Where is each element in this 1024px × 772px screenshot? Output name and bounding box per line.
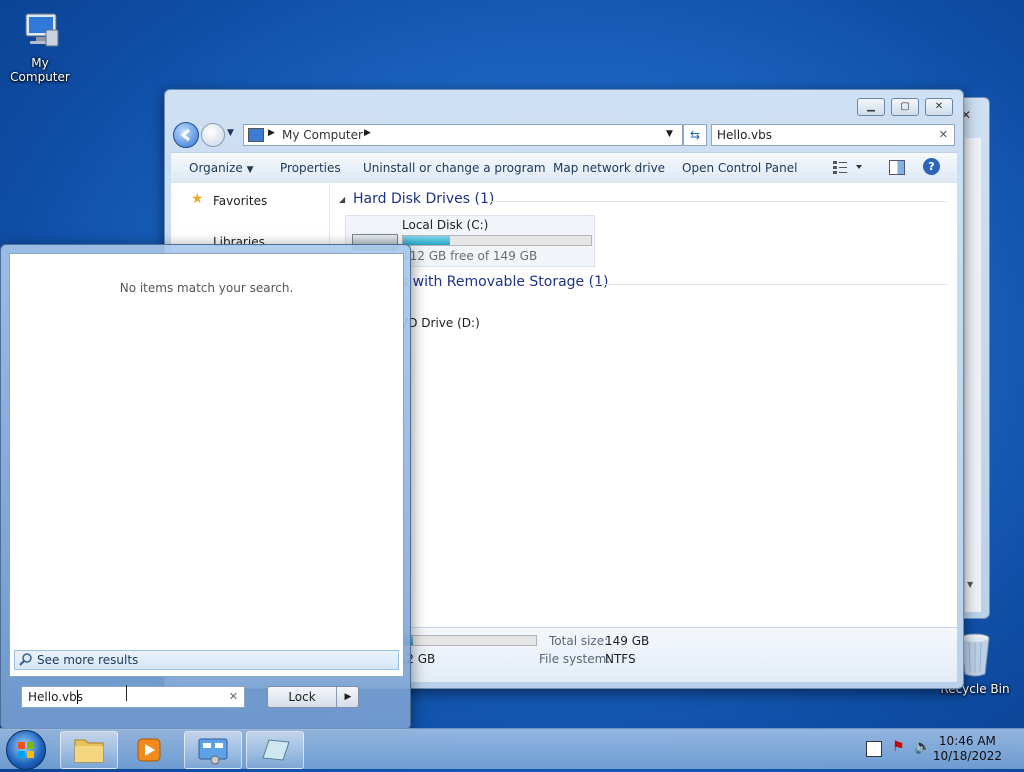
lock-button[interactable]: Lock ▶: [267, 686, 359, 708]
start-search-results: No items match your search. See more res…: [9, 253, 404, 677]
folder-icon: [74, 739, 104, 763]
details-file-system-label: File system:: [539, 652, 611, 666]
close-icon: ✕: [934, 101, 944, 112]
drive-c-usage-bar: [402, 235, 592, 246]
details-file-system-value: NTFS: [605, 652, 636, 666]
scrollbar[interactable]: [965, 138, 981, 612]
organize-label: Organize: [189, 161, 243, 175]
address-bar[interactable]: ▶ My Computer ▶ ▼: [243, 124, 683, 146]
change-view-button[interactable]: [833, 160, 863, 177]
forward-button[interactable]: [201, 123, 225, 147]
scroll-down-icon[interactable]: ▼: [967, 580, 973, 589]
details-total-size-value: 149 GB: [605, 634, 650, 648]
taskbar-control-panel-button[interactable]: [184, 731, 242, 769]
start-search-value: Hello.vbs: [28, 690, 83, 704]
windows-logo-icon: [18, 742, 34, 758]
open-control-panel-button[interactable]: Open Control Panel: [682, 161, 797, 175]
notepad-icon: [262, 739, 290, 761]
lock-label: Lock: [288, 690, 316, 704]
text-caret: [77, 690, 78, 704]
media-player-icon: [137, 738, 161, 762]
desktop-icon-label: My Computer: [10, 56, 70, 84]
drive-c-free-space: 112 GB free of 149 GB: [402, 249, 538, 263]
search-input-value: Hello.vbs: [717, 128, 772, 142]
search-icon: [19, 652, 33, 669]
uninstall-program-button[interactable]: Uninstall or change a program: [363, 161, 546, 175]
shutdown-options-arrow-icon[interactable]: ▶: [336, 687, 359, 707]
breadcrumb-chevron-icon[interactable]: ▶: [364, 128, 371, 138]
see-more-label: See more results: [37, 653, 139, 667]
back-button[interactable]: [173, 122, 199, 148]
recent-pages-dropdown-icon[interactable]: ▼: [227, 128, 234, 138]
see-more-results-button[interactable]: See more results: [14, 650, 399, 670]
maximize-icon: ▢: [900, 101, 910, 112]
clear-search-icon[interactable]: ✕: [939, 128, 948, 141]
address-dropdown-icon[interactable]: ▼: [666, 129, 673, 139]
star-icon: ★: [191, 191, 204, 207]
no-results-message: No items match your search.: [119, 281, 294, 295]
taskbar-explorer-button[interactable]: [60, 731, 118, 769]
mouse-cursor-ibeam-icon: [126, 685, 129, 701]
taskbar-notepad-button[interactable]: [246, 731, 304, 769]
control-panel-icon: [198, 738, 228, 765]
desktop-icon-my-computer[interactable]: My Computer: [0, 8, 80, 84]
details-total-size-label: Total size:: [549, 634, 609, 648]
help-button[interactable]: ?: [923, 158, 940, 175]
computer-icon: [248, 128, 264, 142]
command-bar: Organize ▼ Properties Uninstall or chang…: [171, 152, 957, 184]
breadcrumb-my-computer[interactable]: My Computer: [282, 128, 363, 142]
arrow-left-icon: [180, 128, 190, 142]
close-button[interactable]: ✕: [925, 98, 953, 116]
taskbar-media-player-button[interactable]: [120, 731, 178, 769]
map-network-drive-button[interactable]: Map network drive: [553, 161, 665, 175]
action-center-warning-icon[interactable]: ⚑: [892, 739, 905, 755]
clear-search-icon[interactable]: ✕: [229, 690, 238, 703]
computer-icon: [18, 8, 62, 52]
clock-time: 10:46 AM: [938, 734, 996, 748]
clock-date: 10/18/2022: [932, 749, 1002, 763]
help-icon: ?: [928, 160, 935, 173]
minimize-icon: ▁: [867, 101, 875, 112]
organize-button[interactable]: Organize ▼: [189, 161, 254, 175]
group-header-hard-disk-drives[interactable]: Hard Disk Drives (1): [353, 191, 494, 207]
preview-pane-button[interactable]: [889, 160, 905, 175]
refresh-icon: ⇆: [689, 128, 701, 142]
start-menu: No items match your search. See more res…: [0, 244, 411, 730]
network-icon[interactable]: [866, 741, 882, 757]
maximize-button[interactable]: ▢: [891, 98, 919, 116]
breadcrumb-chevron-icon[interactable]: ▶: [268, 128, 275, 138]
chevron-down-icon: ▼: [246, 165, 254, 175]
view-icon: [833, 161, 862, 174]
properties-button[interactable]: Properties: [280, 161, 341, 175]
search-input[interactable]: Hello.vbs ✕: [711, 124, 955, 146]
nav-item-favorites[interactable]: Favorites: [213, 194, 267, 208]
start-search-input[interactable]: Hello.vbs ✕: [21, 686, 245, 708]
refresh-button[interactable]: ⇆: [683, 124, 707, 146]
taskbar: ⚑ 🔈 10:46 AM 10/18/2022: [0, 728, 1024, 770]
collapse-group-icon[interactable]: ◢: [339, 195, 345, 204]
volume-icon[interactable]: 🔈: [914, 739, 931, 755]
taskbar-clock[interactable]: 10:46 AM 10/18/2022: [933, 734, 1002, 764]
drive-c-name: Local Disk (C:): [402, 218, 489, 232]
start-button[interactable]: [6, 730, 46, 770]
minimize-button[interactable]: ▁: [857, 98, 885, 116]
